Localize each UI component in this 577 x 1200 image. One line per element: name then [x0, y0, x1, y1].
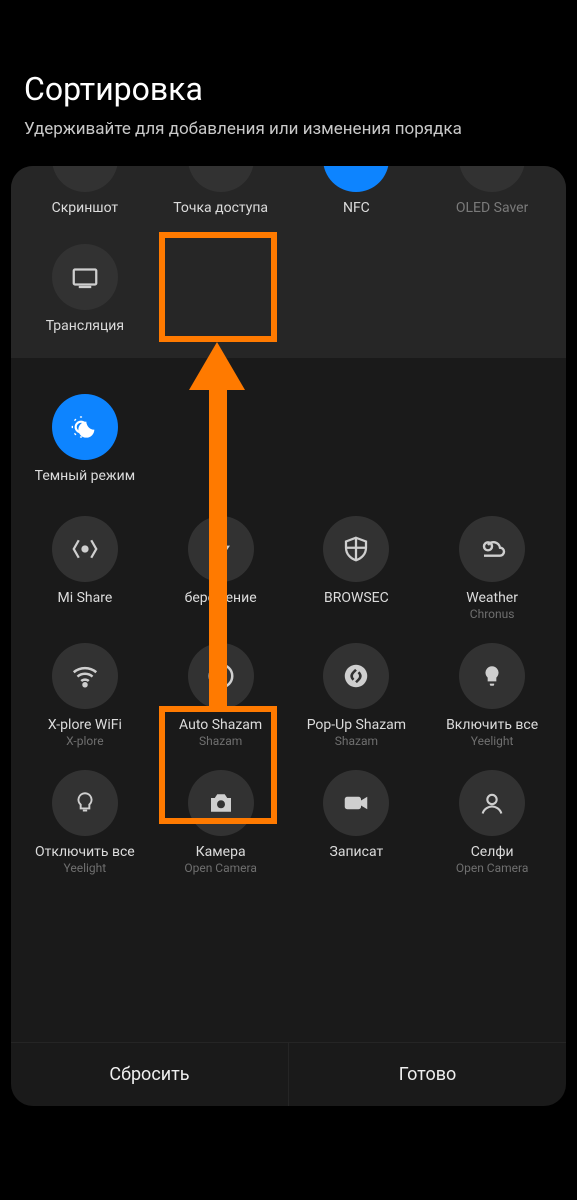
tile-label: Темный режим [35, 468, 135, 484]
tile-screenshot[interactable]: Скриншот [17, 166, 153, 222]
inactive-row-2: X-plore WiFi X-plore Auto Shazam Shazam [11, 633, 566, 754]
selfie-icon [459, 770, 525, 836]
tile-label: Трансляция [46, 318, 124, 334]
weather-icon [459, 516, 525, 582]
tile-cast[interactable]: Трансляция [17, 234, 153, 340]
tile-xplore-wifi[interactable]: X-plore WiFi X-plore [17, 633, 153, 754]
tile-label: бережение [185, 590, 257, 606]
shazam-icon [188, 643, 254, 709]
tile-empty [424, 234, 560, 340]
shazam-icon [323, 643, 389, 709]
tile-label: Включить все [446, 717, 538, 733]
tile-popup-shazam[interactable]: Pop-Up Shazam Shazam [289, 633, 425, 754]
tile-empty-slot[interactable] [153, 234, 289, 340]
tile-sub: Shazam [335, 734, 378, 748]
tile-empty [153, 384, 289, 490]
tile-empty [289, 384, 425, 490]
cast-icon [52, 244, 118, 310]
tile-label: Селфи [471, 844, 514, 860]
video-icon [323, 770, 389, 836]
page-title: Сортировка [24, 70, 553, 108]
tile-sub: Open Camera [456, 861, 529, 875]
blank-icon [188, 166, 254, 192]
tile-browsec[interactable]: BROWSEC [289, 506, 425, 627]
tile-nfc[interactable]: NFC [289, 166, 425, 222]
tile-label: Auto Shazam [179, 717, 262, 733]
blank-icon [459, 166, 525, 192]
tile-sub: X-plore [66, 734, 103, 748]
tile-label: Mi Share [57, 590, 112, 606]
tile-empty [424, 384, 560, 490]
page-subtitle: Удерживайте для добавления или изменения… [24, 118, 553, 140]
tile-label: OLED Saver [456, 200, 528, 216]
inactive-row-1: Mi Share бережение BROWSEC [11, 506, 566, 627]
tiles-panel: Скриншот Точка доступа NFC OLED Saver [11, 166, 566, 1106]
tile-auto-shazam[interactable]: Auto Shazam Shazam [153, 633, 289, 754]
tile-label: Отключить все [35, 844, 135, 860]
inactive-tiles-area: Mi Share бережение BROWSEC [11, 498, 566, 1042]
bulb-off-icon [52, 770, 118, 836]
bulb-icon [459, 643, 525, 709]
mishare-icon [52, 516, 118, 582]
wifi-icon [52, 643, 118, 709]
tile-yeelight-on[interactable]: Включить все Yeelight [424, 633, 560, 754]
nfc-icon [323, 166, 389, 192]
tile-sub: Shazam [199, 734, 242, 748]
tile-label: NFC [343, 200, 370, 216]
tile-power-save[interactable]: бережение [153, 506, 289, 627]
tile-sub: Yeelight [471, 734, 514, 748]
tile-sub: Chronus [470, 607, 515, 621]
tile-sub: Yeelight [64, 861, 107, 875]
reset-button[interactable]: Сбросить [11, 1043, 288, 1106]
inactive-row-3: Отключить все Yeelight Камера Open Camer… [11, 760, 566, 881]
tile-hotspot[interactable]: Точка доступа [153, 166, 289, 222]
tile-yeelight-off[interactable]: Отключить все Yeelight [17, 760, 153, 881]
tile-label: Точка доступа [173, 200, 268, 216]
tile-label: Pop-Up Shazam [307, 717, 406, 733]
tile-empty [289, 234, 425, 340]
bolt-icon [188, 516, 254, 582]
done-button[interactable]: Готово [288, 1043, 566, 1106]
camera-icon [188, 770, 254, 836]
tile-mishare[interactable]: Mi Share [17, 506, 153, 627]
tile-label: Weather [466, 590, 518, 606]
tile-label: Скриншот [52, 200, 119, 216]
tile-weather[interactable]: Weather Chronus [424, 506, 560, 627]
tile-oled-saver[interactable]: OLED Saver [424, 166, 560, 222]
tile-label: Записат [330, 844, 384, 860]
darkmode-icon [52, 394, 118, 460]
tile-label: Камера [196, 844, 246, 860]
action-buttons: Сбросить Готово [11, 1042, 566, 1106]
active-row-1: Скриншот Точка доступа NFC OLED Saver [11, 166, 566, 222]
tile-camera[interactable]: Камера Open Camera [153, 760, 289, 881]
tile-label: X-plore WiFi [48, 717, 122, 733]
blank-icon [52, 166, 118, 192]
active-row-2: Трансляция [11, 234, 566, 340]
tile-sub: Open Camera [184, 861, 257, 875]
tile-label: BROWSEC [324, 590, 389, 606]
tile-selfie[interactable]: Селфи Open Camera [424, 760, 560, 881]
shield-icon [323, 516, 389, 582]
tile-record[interactable]: Записат [289, 760, 425, 881]
active-tiles-area: Скриншот Точка доступа NFC OLED Saver [11, 166, 566, 358]
tile-dark-mode[interactable]: Темный режим [17, 384, 153, 490]
mid-area: Темный режим [11, 358, 566, 498]
